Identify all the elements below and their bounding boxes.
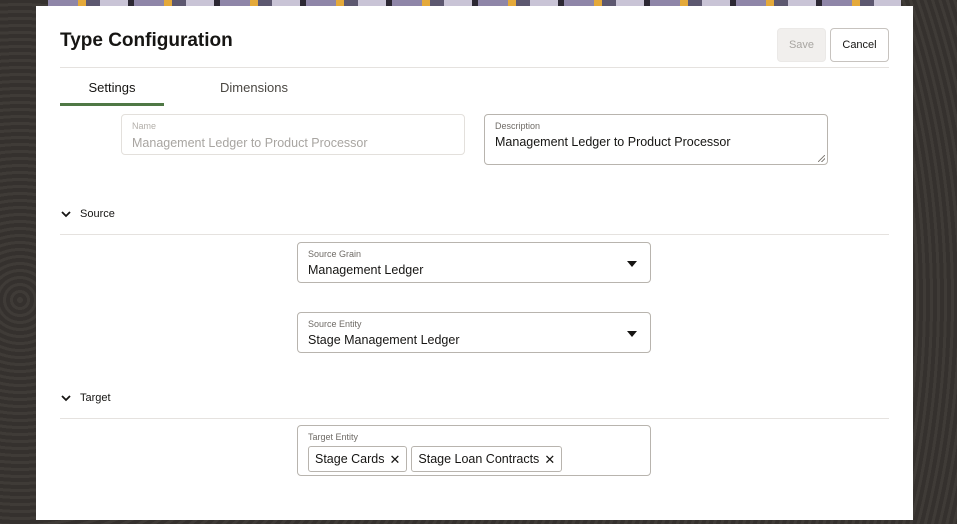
close-icon[interactable]: ✕	[544, 453, 555, 466]
description-field[interactable]: Description Management Ledger to Product…	[484, 114, 828, 165]
target-section-label: Target	[80, 392, 111, 404]
chevron-down-icon	[61, 395, 71, 402]
tab-selected-indicator	[60, 103, 164, 106]
save-button[interactable]: Save	[777, 28, 826, 62]
target-entity-chips: Stage Cards ✕ Stage Loan Contracts ✕	[308, 446, 563, 472]
target-section-toggle[interactable]: Target	[60, 392, 111, 404]
source-grain-label: Source Grain	[308, 249, 362, 259]
name-field[interactable]: Name Management Ledger to Product Proces…	[121, 114, 465, 155]
caret-down-icon[interactable]	[627, 261, 637, 267]
source-grain-select[interactable]: Source Grain Management Ledger	[297, 242, 651, 283]
target-entity-label: Target Entity	[308, 432, 359, 442]
name-field-value: Management Ledger to Product Processor	[132, 136, 368, 150]
description-field-label: Description	[495, 121, 541, 131]
source-grain-value: Management Ledger	[308, 263, 424, 277]
target-divider	[60, 418, 889, 419]
source-divider	[60, 234, 889, 235]
source-entity-select[interactable]: Source Entity Stage Management Ledger	[297, 312, 651, 353]
cancel-button[interactable]: Cancel	[830, 28, 889, 62]
caret-down-icon[interactable]	[627, 331, 637, 337]
chevron-down-icon	[61, 211, 71, 218]
tab-dimensions[interactable]: Dimensions	[196, 80, 312, 95]
source-section-label: Source	[80, 208, 115, 220]
type-configuration-dialog: Type Configuration Save Cancel Settings …	[36, 6, 913, 520]
header-divider	[60, 67, 889, 68]
close-icon[interactable]: ✕	[389, 453, 400, 466]
description-field-value: Management Ledger to Product Processor	[495, 135, 731, 149]
chip-label: Stage Loan Contracts	[418, 452, 540, 466]
resize-handle-icon[interactable]	[818, 155, 825, 162]
source-entity-value: Stage Management Ledger	[308, 333, 460, 347]
name-field-label: Name	[132, 121, 157, 131]
chip-stage-cards: Stage Cards ✕	[308, 446, 408, 472]
tab-settings[interactable]: Settings	[60, 80, 164, 95]
target-entity-field[interactable]: Target Entity Stage Cards ✕ Stage Loan C…	[297, 425, 651, 476]
source-entity-label: Source Entity	[308, 319, 362, 329]
source-section-toggle[interactable]: Source	[60, 208, 115, 220]
dialog-title: Type Configuration	[60, 30, 233, 51]
chip-label: Stage Cards	[315, 452, 385, 466]
chip-stage-loan-contracts: Stage Loan Contracts ✕	[411, 446, 563, 472]
